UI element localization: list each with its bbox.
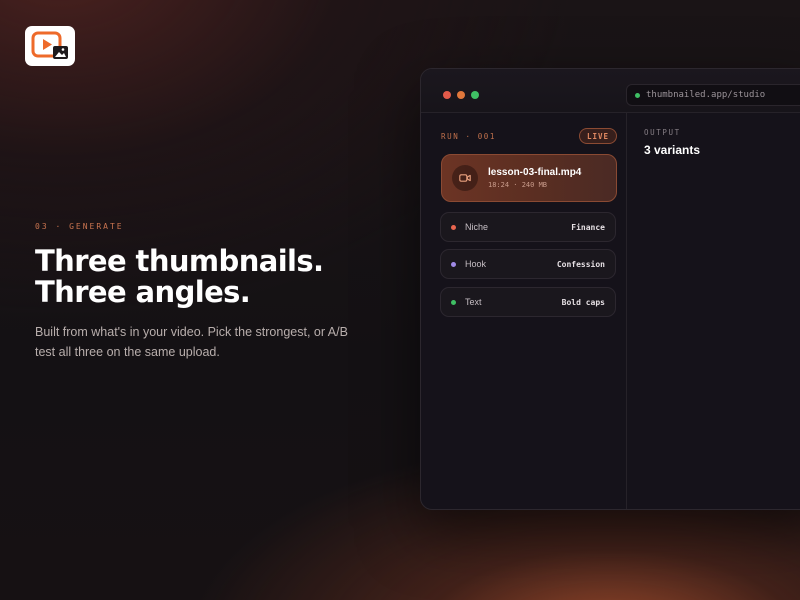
param-value: Finance <box>571 222 605 232</box>
output-pane: OUTPUT 3 variants <box>628 113 800 509</box>
address-bar[interactable]: thumbnailed.app/studio <box>626 84 800 106</box>
secure-status-dot-icon <box>635 92 640 98</box>
param-value: Bold caps <box>561 297 605 307</box>
file-details: lesson-03-final.mp4 18:24 · 240 MB <box>488 167 581 189</box>
param-value: Confession <box>556 259 605 269</box>
variant-count: 3 variants <box>644 143 701 157</box>
studio-window: thumbnailed.app/studio RUN · 001 LIVE le… <box>420 68 800 510</box>
source-video-card[interactable]: lesson-03-final.mp4 18:24 · 240 MB <box>441 154 617 202</box>
minimize-window-dot[interactable] <box>457 91 465 99</box>
param-label: Hook <box>465 259 487 269</box>
output-label: OUTPUT <box>644 128 681 137</box>
app-logo <box>25 26 75 66</box>
param-text[interactable]: Text Bold caps <box>440 287 616 317</box>
hero-headline: Three thumbnails. Three angles. <box>35 244 324 309</box>
file-meta: 18:24 · 240 MB <box>488 181 548 189</box>
step-eyebrow: 03 · GENERATE <box>35 222 124 231</box>
param-hook[interactable]: Hook Confession <box>440 249 616 279</box>
niche-indicator-dot <box>451 224 456 230</box>
param-label: Text <box>465 297 482 307</box>
hook-indicator-dot <box>451 261 456 267</box>
hero-section: 03 · GENERATE Three thumbnails. Three an… <box>35 222 395 362</box>
maximize-window-dot[interactable] <box>471 91 479 99</box>
run-config-pane: RUN · 001 LIVE lesson-03-final.mp4 18:24… <box>421 113 627 509</box>
address-url: thumbnailed.app/studio <box>646 90 766 100</box>
hero-subcopy: Built from what's in your video. Pick th… <box>35 325 348 359</box>
window-titlebar: thumbnailed.app/studio <box>421 69 800 113</box>
file-name: lesson-03-final.mp4 <box>488 167 582 178</box>
close-window-dot[interactable] <box>443 91 451 99</box>
param-label: Niche <box>465 222 489 232</box>
run-label: RUN · 001 <box>441 131 497 141</box>
live-status-badge: LIVE <box>578 128 617 144</box>
video-camera-icon <box>452 165 478 191</box>
play-image-logo-icon <box>31 31 68 59</box>
text-indicator-dot <box>451 299 456 305</box>
run-header: RUN · 001 LIVE <box>441 127 617 145</box>
param-niche[interactable]: Niche Finance <box>440 212 616 242</box>
